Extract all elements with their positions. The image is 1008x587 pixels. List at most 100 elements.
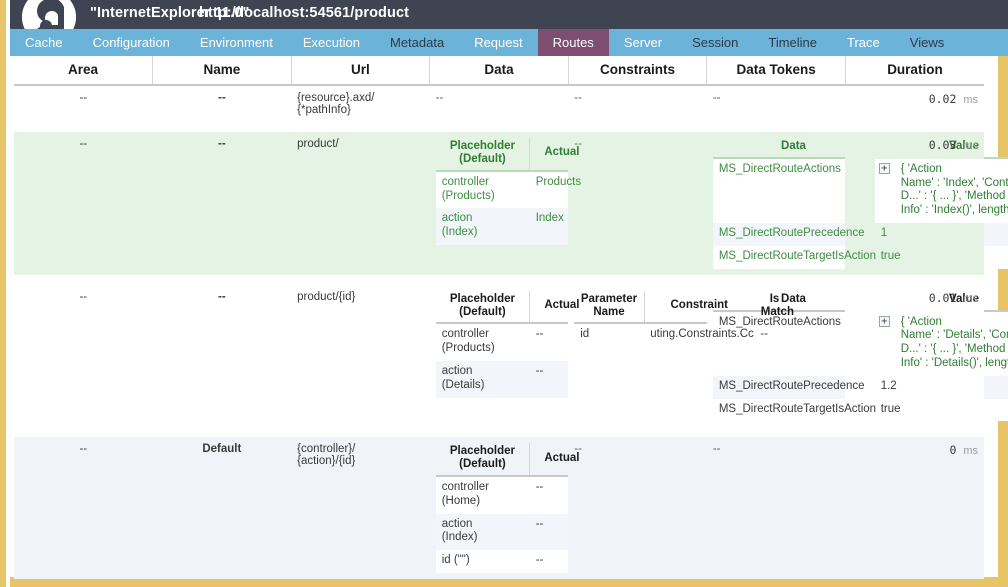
tab-cache[interactable]: Cache — [10, 29, 78, 56]
cell-name: -- — [152, 132, 292, 275]
cell-data: Placeholder (Default) Actual controller (Hom… — [429, 437, 594, 580]
table-row[interactable]: -- -- product/{id} Placeholder (Default) Actu… — [14, 284, 1008, 428]
placeholder-line2: (Default) — [459, 458, 506, 471]
tab-request[interactable]: Request — [459, 29, 537, 56]
cell-name: -- — [152, 85, 292, 122]
constraints-dash: -- — [574, 138, 582, 150]
row-spacer-cell — [14, 275, 984, 285]
row-spacer — [14, 579, 984, 587]
cell-data-tokens: DataValueMS_DirectRouteActions+{ 'Action… — [706, 132, 1008, 275]
cell-constraints: Parameter Name Constraint Is Match id uting.Co… — [568, 284, 795, 428]
token-value-cell: + { 'ActionName' : 'Index', 'ControllerD.… — [874, 157, 1008, 224]
duration-unit: ms — [963, 292, 978, 305]
parameter-line1: Parameter — [580, 292, 638, 305]
tab-timeline[interactable]: Timeline — [753, 29, 832, 56]
url-line1: {controller}/ — [297, 443, 356, 456]
nested-col-placeholder: Placeholder (Default) — [435, 443, 531, 478]
placeholder-line1: controller — [441, 175, 489, 188]
col-header-duration: Duration — [845, 56, 984, 86]
table-row[interactable]: -- Default {controller}/{action}/{id} Place… — [14, 437, 984, 580]
left-gold-rail — [0, 0, 10, 587]
duration-value: 0 — [949, 443, 957, 458]
token-value-cell: + { 'ActionName' : 'Details', 'Controller… — [874, 310, 1008, 376]
placeholder-line1: Placeholder — [449, 292, 516, 305]
content-frame: Area Name Url Data Constraints Data Toke… — [10, 56, 1008, 587]
placeholder-line1: Placeholder — [449, 140, 516, 152]
nested-col-parameter-name: Parameter Name — [574, 290, 645, 325]
cell-duration: 0.02 ms — [845, 85, 984, 122]
constraints-dash: -- — [574, 92, 582, 104]
placeholder-cell: action (Details) — [435, 361, 530, 398]
placeholder-line2: (Index) — [441, 226, 478, 239]
cell-name: Default — [152, 437, 292, 580]
tab-environment[interactable]: Environment — [185, 29, 288, 56]
row-spacer — [14, 122, 984, 132]
tab-views[interactable]: Views — [895, 29, 959, 56]
table-row[interactable]: -- -- product/Placeholder (Default) Actual co… — [14, 132, 1008, 275]
cell-url: product/ — [291, 132, 430, 275]
row-spacer-cell — [14, 427, 984, 437]
col-header-constraints: Constraints — [568, 56, 708, 86]
row-spacer — [14, 275, 984, 285]
cell-area: -- — [14, 284, 153, 428]
placeholder-line1: action — [441, 212, 473, 225]
routes-table: Area Name Url Data Constraints Data Toke… — [14, 56, 1008, 587]
duration-value: 0.03 — [928, 138, 957, 152]
placeholder-cell: controller (Products) — [435, 323, 530, 361]
col-header-url: Url — [291, 56, 431, 86]
cell-duration: 0 ms — [845, 437, 984, 580]
tab-configuration[interactable]: Configuration — [78, 29, 185, 56]
parameter-name-cell: id — [574, 323, 645, 348]
placeholder-cell: controller (Home) — [435, 476, 530, 514]
cell-data: Placeholder (Default) Actual controller (Pro… — [429, 284, 594, 428]
placeholder-cell: controller (Products) — [435, 170, 530, 209]
routes-table-body: -- -- {resource}.axd/{*pathInfo} -- -- -- 0.02… — [14, 85, 1008, 587]
cell-url: product/{id} — [291, 284, 430, 428]
placeholder-cell: action (Index) — [435, 513, 530, 551]
cell-data: Placeholder (Default) Actual controller (Pro… — [429, 132, 594, 275]
tab-bar: Cache Configuration Environment Execution Me… — [10, 29, 1008, 56]
placeholder-line2: (Products) — [441, 189, 495, 202]
url-line1: {resource}.axd/ — [297, 92, 375, 104]
glimpse-header: "InternetExplorer 11.0" http://localhost… — [10, 0, 1008, 44]
tab-session[interactable]: Session — [677, 29, 753, 56]
cell-constraints: -- — [568, 437, 707, 580]
cell-area: -- — [14, 85, 153, 122]
tab-metadata[interactable]: Metadata — [375, 29, 459, 56]
duration-unit: ms — [963, 94, 978, 106]
col-header-name: Name — [152, 56, 292, 86]
placeholder-line1: action — [441, 517, 473, 530]
cell-area: -- — [14, 437, 153, 580]
cell-url: {resource}.axd/{*pathInfo} — [291, 85, 430, 122]
table-row[interactable]: -- -- {resource}.axd/{*pathInfo} -- -- -- 0.02… — [14, 85, 984, 122]
placeholder-cell: action (Index) — [435, 208, 530, 245]
header-url-label: http://localhost:54561/product — [199, 5, 410, 21]
tokens-dash: -- — [712, 92, 721, 104]
placeholder-line2: (Details) — [441, 378, 485, 391]
cell-constraints: -- — [568, 85, 707, 122]
tab-routes[interactable]: Routes — [537, 29, 609, 56]
data-dash: -- — [435, 92, 444, 104]
cell-name: -- — [152, 284, 292, 428]
placeholder-line1: Placeholder — [449, 445, 516, 458]
duration-value: 0.02 — [928, 92, 957, 106]
placeholder-line2: (Index) — [441, 531, 478, 544]
token-value-text: { 'ActionName' : 'Details', 'ControllerD… — [900, 315, 1008, 369]
placeholder-cell: id ("") — [435, 550, 530, 574]
expand-token-icon[interactable]: + — [878, 162, 890, 174]
routes-table-header: Area Name Url Data Constraints Data Toke… — [14, 56, 984, 86]
placeholder-line1: controller — [441, 328, 489, 341]
tab-trace[interactable]: Trace — [832, 29, 895, 56]
cell-area: -- — [14, 132, 153, 275]
col-header-area: Area — [14, 56, 154, 86]
routes-header-row: Area Name Url Data Constraints Data Toke… — [14, 56, 984, 86]
url-line2: {*pathInfo} — [297, 104, 351, 116]
placeholder-line2: (Default) — [459, 305, 506, 318]
url-line2: {action}/{id} — [297, 455, 356, 468]
tab-server[interactable]: Server — [609, 29, 677, 56]
expand-token-icon[interactable]: + — [878, 315, 890, 327]
tab-execution[interactable]: Execution — [288, 29, 375, 56]
placeholder-line2: (Home) — [441, 494, 481, 507]
cell-constraints: -- — [568, 132, 707, 275]
url-line1: product/ — [297, 138, 339, 150]
